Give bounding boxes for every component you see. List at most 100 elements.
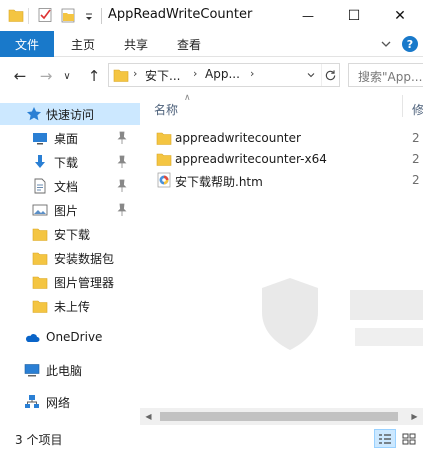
close-button[interactable]: ✕ — [377, 0, 423, 31]
breadcrumb-item[interactable]: 安下... — [145, 67, 180, 84]
title-bar: AppReadWriteCounter — ☐ ✕ — [0, 0, 423, 31]
properties-icon[interactable] — [37, 7, 53, 23]
sidebar-item-label: 此电脑 — [46, 364, 83, 378]
scroll-left-icon[interactable]: ◀ — [140, 408, 157, 425]
search-input[interactable]: 搜索"App... — [348, 63, 423, 87]
address-bar[interactable]: › 安下... › App... › — [108, 63, 340, 87]
item-count: 3 个项目 — [15, 433, 63, 447]
sidebar-item-folder[interactable]: 未上传 — [0, 295, 140, 317]
file-name: appreadwritecounter-x64 — [175, 152, 327, 166]
file-name: 安下载帮助.htm — [175, 175, 263, 189]
folder-icon — [156, 153, 172, 166]
new-folder-icon[interactable] — [60, 7, 76, 23]
sidebar-item-folder[interactable]: 图片管理器 — [0, 271, 140, 293]
sidebar-item-label: 下载 — [54, 156, 79, 170]
column-header-modified[interactable]: 修 — [412, 101, 423, 118]
list-item[interactable]: 安下载帮助.htm 2 — [150, 170, 423, 191]
desktop-icon — [33, 133, 47, 145]
pin-icon[interactable] — [116, 155, 128, 169]
download-icon — [35, 155, 45, 168]
sidebar-item-folder[interactable]: 安装数据包 — [0, 247, 140, 269]
sidebar-item-desktop[interactable]: 桌面 — [0, 127, 140, 149]
sidebar-item-onedrive[interactable]: OneDrive — [0, 327, 140, 349]
list-item[interactable]: appreadwritecounter-x64 2 — [150, 149, 423, 170]
large-icons-view-button[interactable] — [398, 429, 420, 448]
details-view-icon — [379, 433, 391, 444]
sidebar-item-downloads[interactable]: 下载 — [0, 151, 140, 173]
sidebar-item-label: 图片 — [54, 204, 79, 218]
minimize-button[interactable]: — — [285, 0, 331, 31]
sidebar-item-this-pc[interactable]: 此电脑 — [0, 359, 140, 381]
help-icon[interactable]: ? — [402, 36, 418, 52]
customize-qat-icon[interactable] — [84, 8, 94, 24]
up-button[interactable]: ↑ — [84, 66, 104, 86]
address-dropdown-button[interactable] — [302, 64, 320, 86]
scrollbar-thumb[interactable] — [160, 412, 398, 421]
title-divider — [101, 8, 102, 24]
computer-icon — [24, 364, 40, 377]
tab-file[interactable]: 文件 — [0, 31, 54, 57]
sidebar-item-label: 桌面 — [54, 132, 79, 146]
tab-home[interactable]: 主页 — [71, 31, 95, 57]
details-view-button[interactable] — [374, 429, 396, 448]
file-list-pane: 名称 ∧ 修 appreadwritecounter 2 appreadwrit… — [140, 93, 423, 421]
maximize-button[interactable]: ☐ — [331, 0, 377, 31]
horizontal-scrollbar[interactable]: ◀ ▶ — [140, 408, 423, 425]
minimize-icon: — — [302, 8, 314, 23]
sidebar-item-folder[interactable]: 安下载 — [0, 223, 140, 245]
folder-icon — [32, 300, 48, 313]
folder-icon — [32, 276, 48, 289]
large-icons-view-icon — [402, 433, 416, 444]
sidebar-item-label: 网络 — [46, 396, 71, 410]
forward-button[interactable]: → — [36, 66, 56, 86]
window-title: AppReadWriteCounter — [108, 7, 253, 22]
watermark-logo — [262, 278, 423, 350]
scroll-right-icon[interactable]: ▶ — [406, 408, 423, 425]
back-arrow-icon: ← — [13, 67, 27, 85]
navigation-pane: 快速访问 桌面 下载 文档 图片 安下载 安装数据包 图片管理器 未上传 One… — [0, 98, 140, 421]
recent-locations-button[interactable]: ∨ — [60, 66, 74, 86]
file-date-modified: 2 — [412, 131, 420, 145]
file-name: appreadwritecounter — [175, 131, 301, 145]
expand-ribbon-icon[interactable] — [378, 36, 394, 52]
status-bar: 3 个项目 — [0, 425, 423, 451]
column-divider[interactable] — [402, 95, 403, 117]
list-item[interactable]: appreadwritecounter 2 — [150, 128, 423, 149]
sidebar-item-documents[interactable]: 文档 — [0, 175, 140, 197]
close-icon: ✕ — [394, 7, 406, 24]
sidebar-item-label: 安装数据包 — [54, 252, 115, 266]
folder-icon — [32, 252, 48, 265]
sidebar-item-quick-access[interactable]: 快速访问 — [0, 103, 140, 125]
chevron-down-icon: ∨ — [63, 70, 71, 82]
forward-arrow-icon: → — [39, 67, 53, 85]
column-header-name[interactable]: 名称 — [154, 101, 178, 118]
pin-icon[interactable] — [116, 179, 128, 193]
folder-icon — [156, 132, 172, 145]
folder-icon — [113, 69, 129, 82]
refresh-icon — [325, 69, 336, 80]
maximize-icon: ☐ — [347, 7, 361, 24]
breadcrumb-item[interactable]: App... — [205, 67, 240, 81]
sidebar-item-network[interactable]: 网络 — [0, 391, 140, 413]
sidebar-item-label: 图片管理器 — [54, 276, 115, 290]
chevron-down-icon — [307, 73, 315, 78]
up-arrow-icon: ↑ — [87, 67, 101, 85]
refresh-button[interactable] — [321, 64, 339, 86]
back-button[interactable]: ← — [10, 66, 30, 86]
ribbon-tabs: 文件 主页 共享 查看 ? — [0, 31, 423, 57]
breadcrumb-separator[interactable]: › — [250, 67, 254, 80]
document-icon — [34, 178, 46, 194]
tab-view[interactable]: 查看 — [177, 31, 201, 57]
sort-ascending-icon: ∧ — [184, 93, 191, 103]
network-icon — [25, 395, 39, 408]
html-file-icon — [157, 172, 171, 188]
sidebar-item-label: 快速访问 — [46, 108, 95, 122]
breadcrumb-separator[interactable]: › — [193, 67, 197, 80]
breadcrumb-separator[interactable]: › — [133, 67, 137, 80]
folder-icon[interactable] — [8, 7, 24, 23]
sidebar-item-pictures[interactable]: 图片 — [0, 199, 140, 221]
pin-icon[interactable] — [116, 131, 128, 145]
tab-share[interactable]: 共享 — [124, 31, 148, 57]
pin-icon[interactable] — [116, 203, 128, 217]
folder-icon — [32, 228, 48, 241]
